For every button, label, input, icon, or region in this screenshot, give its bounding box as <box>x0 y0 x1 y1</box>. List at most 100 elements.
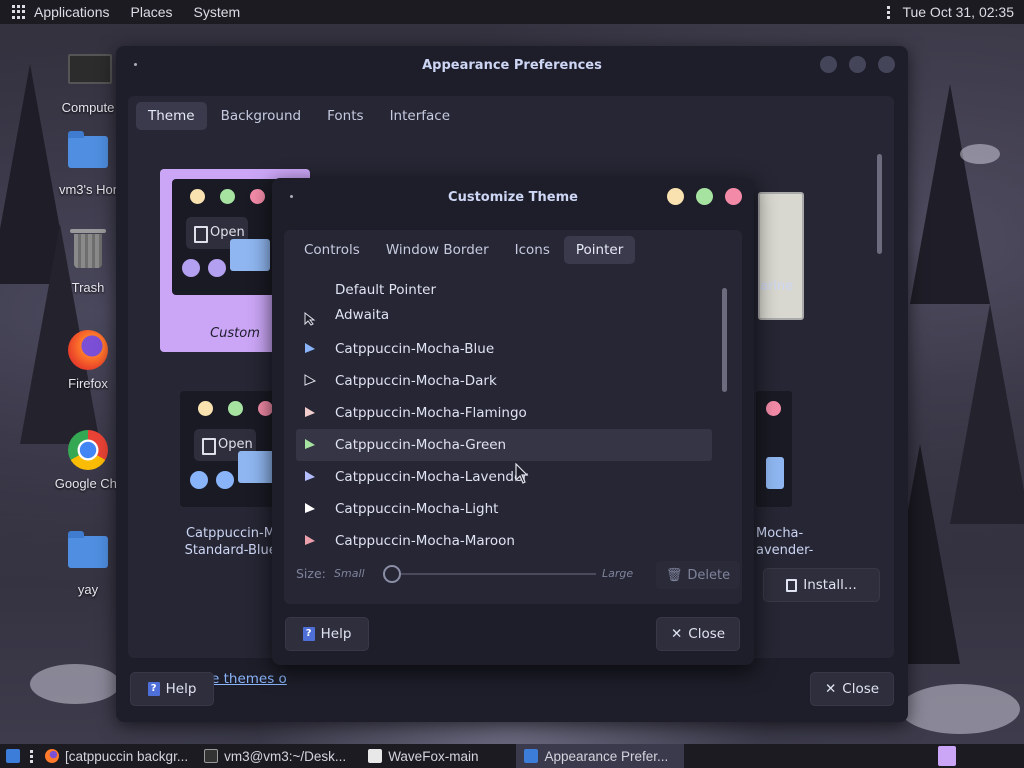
trash-icon: 🗑 <box>665 567 683 583</box>
install-button[interactable]: Install... <box>763 568 880 602</box>
list-item[interactable]: Catppuccin-Mocha-Maroon <box>296 525 712 548</box>
themes-scrollbar[interactable] <box>877 154 882 254</box>
trash-icon <box>70 229 106 268</box>
theme-preview: Open <box>172 179 282 295</box>
maximize-button[interactable] <box>849 56 866 73</box>
theme-card-marine-preview[interactable] <box>758 192 804 320</box>
close-icon: ✕ <box>670 626 683 642</box>
list-item[interactable]: Catppuccin-Mocha-Light <box>296 493 712 525</box>
close-button[interactable]: ✕ Close <box>810 672 894 706</box>
taskbar-item-firefox[interactable]: [catppuccin backgr... <box>37 744 196 768</box>
pointer-icon <box>305 439 315 449</box>
tab-pointer[interactable]: Pointer <box>563 236 636 264</box>
folder-icon <box>68 531 108 568</box>
pointer-list-scrollbar[interactable] <box>722 288 727 392</box>
computer-icon <box>68 54 112 84</box>
desktop-icon-label: Firefox <box>68 376 108 391</box>
pointer-icon <box>305 503 315 513</box>
desktop-icon-label: vm3's Hor <box>58 182 118 197</box>
dialog-help-button[interactable]: ? Help <box>285 617 369 651</box>
terminal-icon <box>204 749 219 763</box>
desktop-icon-label: Trash <box>71 280 105 295</box>
size-label: Size: <box>296 566 326 581</box>
help-icon: ? <box>302 627 315 641</box>
list-item[interactable]: Adwaita <box>296 303 712 335</box>
window-menu-icon[interactable] <box>134 63 137 66</box>
check-icon <box>190 471 208 489</box>
firefox-icon <box>68 330 108 370</box>
size-slider-handle[interactable] <box>383 565 401 583</box>
dialog-titlebar[interactable]: Customize Theme <box>272 178 754 216</box>
show-desktop-icon[interactable] <box>6 749 20 763</box>
minimize-button[interactable] <box>667 188 684 205</box>
close-window-button[interactable] <box>878 56 895 73</box>
close-icon: ✕ <box>824 681 837 697</box>
dialog-close-button[interactable]: ✕ Close <box>656 617 740 651</box>
tab-window-border[interactable]: Window Border <box>374 236 501 264</box>
home-folder-icon <box>68 131 108 168</box>
menu-places[interactable]: Places <box>131 4 173 20</box>
tab-controls[interactable]: Controls <box>292 236 372 264</box>
taskbar-handle-icon[interactable] <box>30 749 33 763</box>
bottom-taskbar: [catppuccin backgr... vm3@vm3:~/Desk... … <box>0 744 1024 768</box>
radio-icon <box>208 259 226 277</box>
folder-icon <box>368 749 383 763</box>
clock[interactable]: Tue Oct 31, 02:35 <box>902 4 1014 20</box>
radio-icon <box>216 471 234 489</box>
list-item-selected[interactable]: Catppuccin-Mocha-Green <box>296 429 712 461</box>
desktop-icon-label: Compute <box>61 100 115 115</box>
customize-theme-dialog: Customize Theme Controls Window Border I… <box>272 178 754 665</box>
menu-applications[interactable]: Applications <box>34 4 110 20</box>
theme-label: arine <box>760 279 794 294</box>
pointer-size-row: Size: Small Large 🗑 Delete <box>296 561 742 589</box>
apps-grid-icon[interactable] <box>12 5 26 19</box>
dialog-menu-icon[interactable] <box>290 195 293 198</box>
maximize-button[interactable] <box>696 188 713 205</box>
pointer-icon <box>304 374 316 386</box>
taskbar-item-appearance[interactable]: Appearance Prefer... <box>516 744 685 768</box>
list-item[interactable]: Catppuccin-Mocha-Lavender <box>296 461 712 493</box>
appearance-tabs: Theme Background Fonts Interface <box>136 102 462 130</box>
size-slider-track[interactable] <box>392 573 596 575</box>
taskbar-item-terminal[interactable]: vm3@vm3:~/Desk... <box>196 744 354 768</box>
firefox-icon <box>45 749 59 763</box>
mouse-cursor-icon <box>515 463 529 484</box>
close-dialog-button[interactable] <box>725 188 742 205</box>
pointer-icon <box>305 471 315 481</box>
pointer-panel: Controls Window Border Icons Pointer Def… <box>284 230 742 604</box>
window-title: Appearance Preferences <box>422 57 602 73</box>
tab-interface[interactable]: Interface <box>378 102 462 130</box>
appearance-icon <box>524 749 539 763</box>
delete-button[interactable]: 🗑 Delete <box>656 561 740 589</box>
pointer-icon <box>305 535 315 545</box>
top-panel: Applications Places System Tue Oct 31, 0… <box>0 0 1024 24</box>
check-icon <box>182 259 200 277</box>
list-item[interactable]: Catppuccin-Mocha-Dark <box>296 365 712 397</box>
desktop-icon-label: Google Chr <box>54 476 122 491</box>
pointer-icon <box>304 312 316 326</box>
theme-preview-mocha-lavender[interactable] <box>756 391 792 507</box>
customize-tabs: Controls Window Border Icons Pointer <box>292 236 636 264</box>
menu-system[interactable]: System <box>194 4 241 20</box>
size-large-label: Large <box>602 567 634 580</box>
window-titlebar[interactable]: Appearance Preferences <box>116 46 908 84</box>
install-icon <box>786 578 798 592</box>
size-small-label: Small <box>334 567 365 580</box>
list-item[interactable]: Catppuccin-Mocha-Blue <box>296 333 712 365</box>
pointer-list: Default Pointer Adwaita Catppuccin-Mocha… <box>296 278 712 548</box>
dialog-title: Customize Theme <box>448 189 578 205</box>
tab-icons[interactable]: Icons <box>503 236 562 264</box>
taskbar-item-wavefox[interactable]: WaveFox-main <box>360 744 486 768</box>
tab-theme[interactable]: Theme <box>136 102 207 130</box>
help-icon: ? <box>147 682 160 696</box>
theme-label: Mocha- avender- <box>756 526 814 558</box>
list-item[interactable]: Catppuccin-Mocha-Flamingo <box>296 397 712 429</box>
tab-background[interactable]: Background <box>209 102 314 130</box>
tab-fonts[interactable]: Fonts <box>315 102 375 130</box>
workspace-switcher-icon[interactable] <box>938 746 956 766</box>
pointer-icon <box>305 407 315 417</box>
help-button[interactable]: ? Help <box>130 672 214 706</box>
panel-kebab-icon[interactable] <box>887 5 891 19</box>
minimize-button[interactable] <box>820 56 837 73</box>
chrome-icon <box>68 430 108 470</box>
